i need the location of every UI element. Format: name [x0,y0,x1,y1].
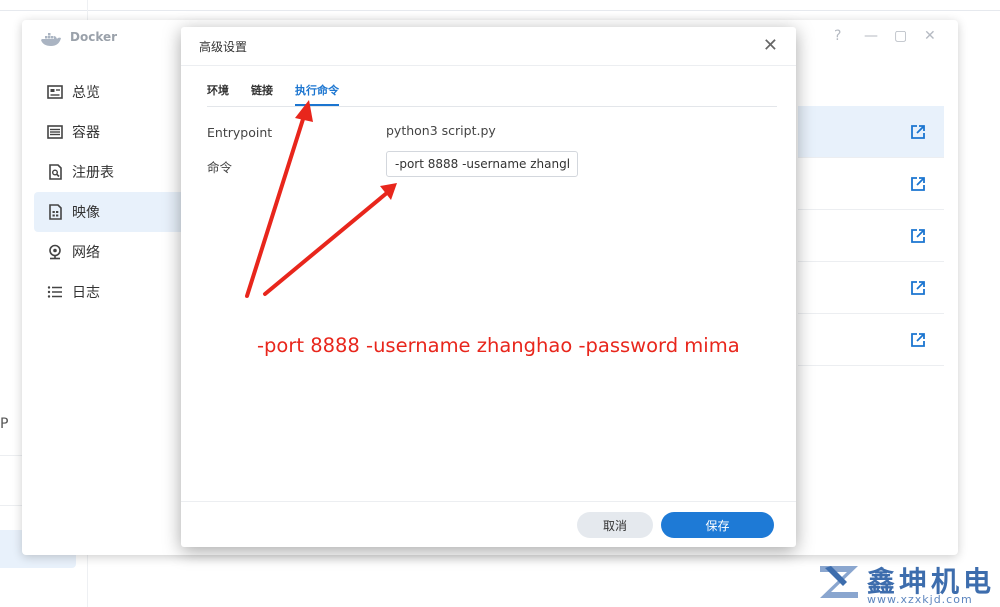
dialog-tabs: 环境 链接 执行命令 [207,82,361,106]
annotation-text: -port 8888 -username zhanghao -password … [257,334,740,357]
sidebar-item-network[interactable]: 网络 [34,232,194,272]
sidebar-item-label: 网络 [72,245,100,261]
sidebar-item-label: 总览 [72,85,100,101]
open-external-icon[interactable] [910,332,926,348]
entrypoint-label: Entrypoint [207,125,273,140]
list-item[interactable] [798,210,944,262]
command-label: 命令 [207,160,233,175]
open-external-icon[interactable] [910,124,926,140]
list-item[interactable] [798,314,944,366]
list-item[interactable] [798,262,944,314]
tab-execute-command[interactable]: 执行命令 [295,82,339,106]
tab-environment[interactable]: 环境 [207,82,229,106]
image-icon [46,203,64,221]
registry-icon [46,163,64,181]
window-title: Docker [70,30,118,44]
sidebar-item-label: 注册表 [72,165,114,181]
image-list [798,106,944,366]
help-icon[interactable]: ? [834,28,841,44]
open-external-icon[interactable] [910,228,926,244]
sidebar-item-image[interactable]: 映像 [34,192,194,232]
watermark: 鑫坤机电 www.xzxkjd.com [815,560,1000,607]
dialog-title: 高级设置 [199,40,248,54]
sidebar-item-label: 日志 [72,285,100,301]
sidebar: 总览 容器 注册表 映像 网络 日志 [34,72,194,312]
close-icon[interactable]: ✕ [763,35,778,56]
minimize-icon[interactable]: — [864,28,878,44]
advanced-settings-dialog: 高级设置 ✕ 环境 链接 执行命令 Entrypoint python3 scr… [181,27,796,547]
entrypoint-value: python3 script.py [386,123,496,138]
tab-links[interactable]: 链接 [251,82,273,106]
tab-bar-divider [207,106,777,107]
sidebar-item-label: 容器 [72,125,100,141]
save-button[interactable]: 保存 [661,512,774,538]
sidebar-item-log[interactable]: 日志 [34,272,194,312]
maximize-icon[interactable]: ▢ [894,28,907,44]
sidebar-item-container[interactable]: 容器 [34,112,194,152]
sidebar-item-registry[interactable]: 注册表 [34,152,194,192]
window-close-icon[interactable]: ✕ [924,28,936,44]
background-top-line [0,10,1000,11]
dialog-footer-divider [181,501,796,502]
brand-logo-icon [820,566,858,598]
dialog-header-divider [181,65,796,66]
docker-logo-icon [41,33,61,46]
cancel-button[interactable]: 取消 [577,512,653,538]
sidebar-item-overview[interactable]: 总览 [34,72,194,112]
open-external-icon[interactable] [910,176,926,192]
container-icon [46,123,64,141]
command-input[interactable] [386,151,578,177]
open-external-icon[interactable] [910,280,926,296]
list-item[interactable] [798,106,944,158]
sidebar-item-label: 映像 [72,205,100,221]
log-icon [46,283,64,301]
background-left-glyph: P [0,416,9,432]
list-item[interactable] [798,158,944,210]
brand-url: www.xzxkjd.com [867,593,973,606]
overview-icon [46,83,64,101]
network-icon [46,243,64,261]
